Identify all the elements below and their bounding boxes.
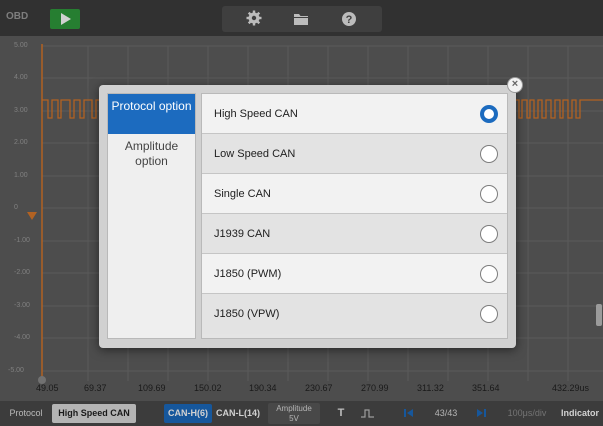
option-label: Single CAN [214,188,271,200]
option-label: J1850 (VPW) [214,308,280,320]
category-list: Protocol option Amplitude option [107,93,196,339]
close-icon: × [511,78,519,90]
protocol-option-list: High Speed CAN Low Speed CAN Single CAN … [201,93,508,339]
option-row-high-speed-can[interactable]: High Speed CAN [202,94,507,134]
option-label: High Speed CAN [214,108,298,120]
radio-unselected-icon[interactable] [480,305,498,323]
radio-unselected-icon[interactable] [480,185,498,203]
option-row-j1939-can[interactable]: J1939 CAN [202,214,507,254]
option-row-j1850-vpw[interactable]: J1850 (VPW) [202,294,507,334]
radio-selected-icon[interactable] [480,105,498,123]
option-row-single-can[interactable]: Single CAN [202,174,507,214]
category-protocol-option[interactable]: Protocol option [108,94,195,134]
option-row-j1850-pwm[interactable]: J1850 (PWM) [202,254,507,294]
radio-unselected-icon[interactable] [480,225,498,243]
option-label: J1939 CAN [214,228,271,240]
category-amplitude-option[interactable]: Amplitude option [108,135,195,173]
option-row-low-speed-can[interactable]: Low Speed CAN [202,134,507,174]
radio-unselected-icon[interactable] [480,145,498,163]
option-label: Low Speed CAN [214,148,296,160]
option-label: J1850 (PWM) [214,268,282,280]
close-dialog-button[interactable]: × [507,77,523,93]
radio-unselected-icon[interactable] [480,265,498,283]
